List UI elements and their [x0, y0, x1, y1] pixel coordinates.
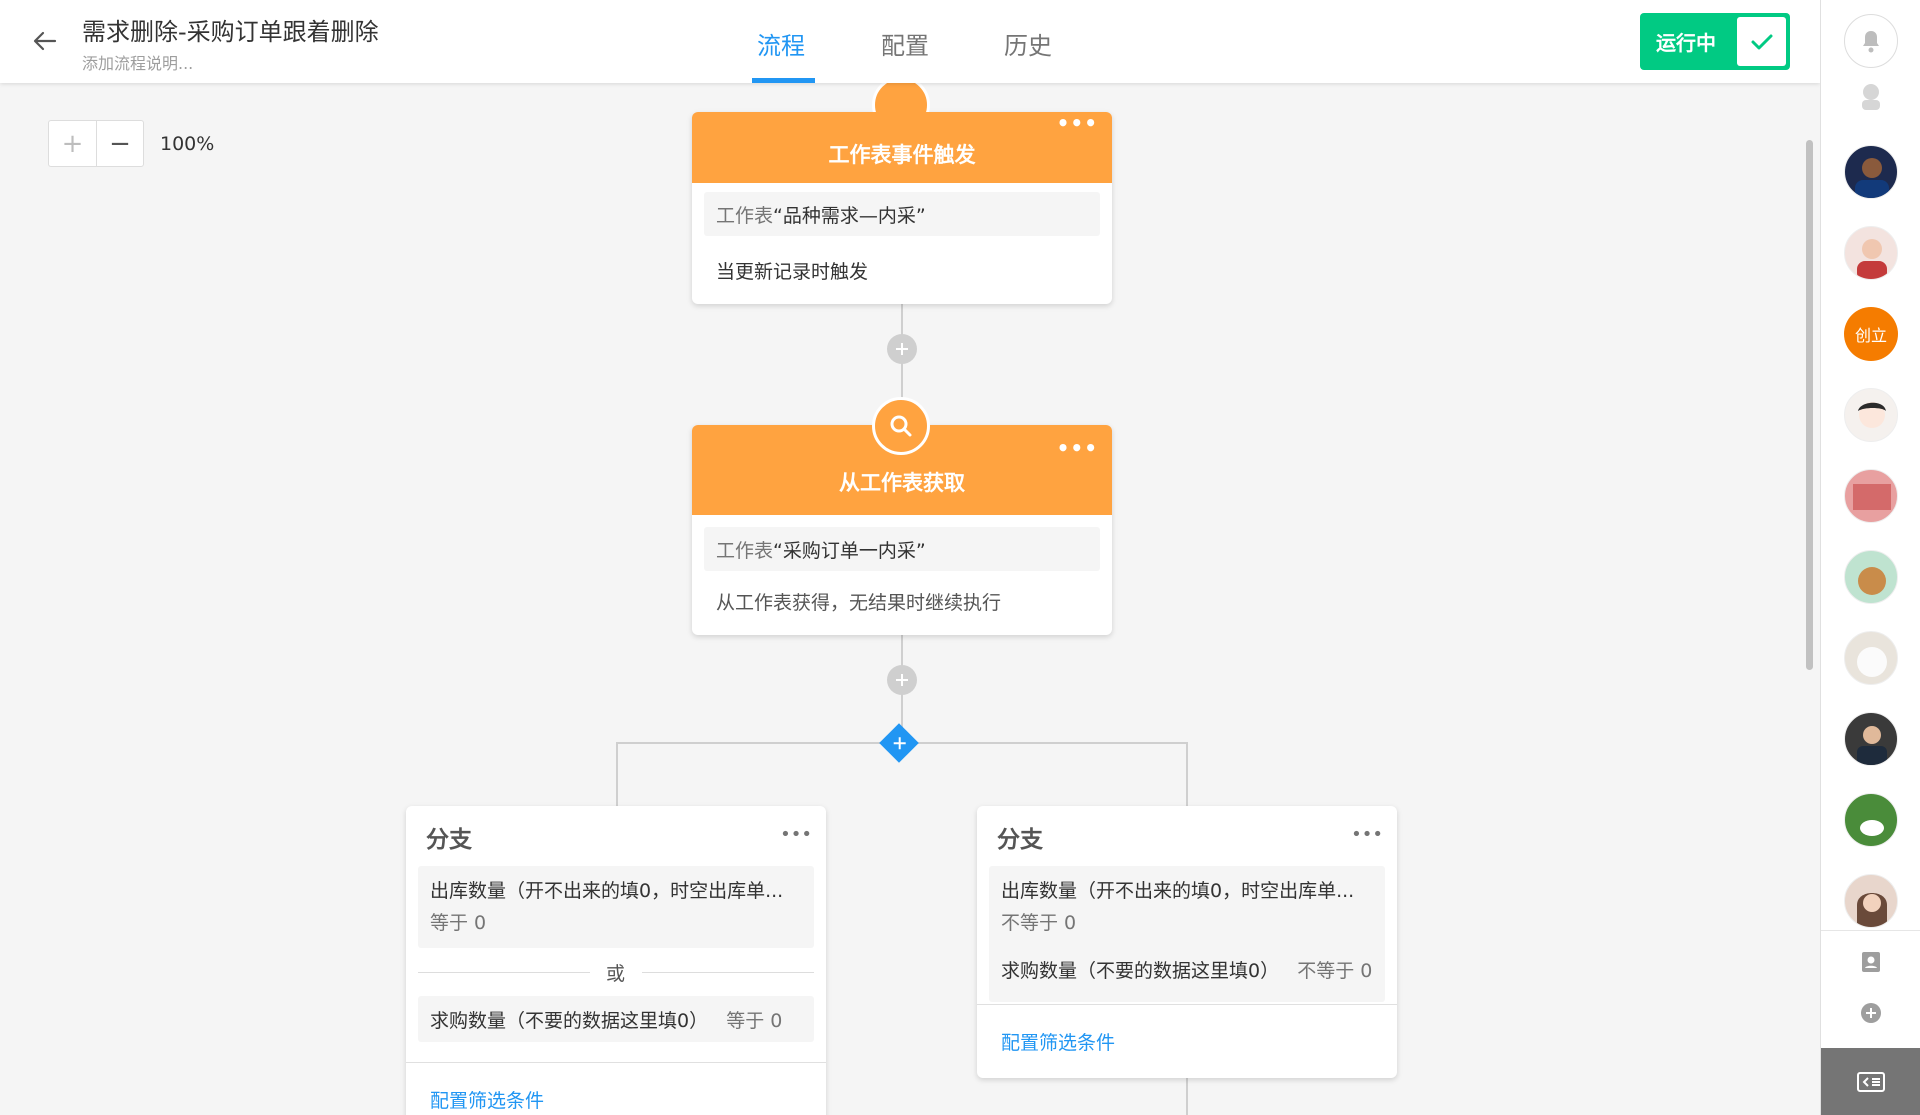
- trigger-node-title: 工作表事件触发: [828, 142, 976, 167]
- add-chat-icon[interactable]: [1859, 1001, 1883, 1025]
- back-button[interactable]: [30, 28, 60, 54]
- trigger-description: 当更新记录时触发: [716, 261, 869, 283]
- avatar[interactable]: [1844, 712, 1898, 766]
- add-node-button[interactable]: [887, 334, 917, 364]
- user-placeholder-icon: [1862, 84, 1880, 110]
- add-node-button[interactable]: [887, 665, 917, 695]
- branch-title: 分支: [426, 827, 472, 853]
- condition-box[interactable]: 出库数量（开不出来的填0，时空出库单... 等于 0: [418, 866, 814, 948]
- zoom-level: 100%: [160, 133, 215, 155]
- avatar[interactable]: [1844, 145, 1898, 199]
- avatar[interactable]: 创立: [1844, 307, 1898, 361]
- trigger-node-header: 工作表事件触发 •••: [692, 112, 1112, 183]
- connector-line: [616, 742, 618, 806]
- divider: [406, 1062, 826, 1063]
- sheet-label: 工作表: [716, 539, 774, 562]
- connector-line: [1186, 742, 1188, 806]
- sidebar-collapse-button[interactable]: [1821, 1048, 1920, 1115]
- run-status-toggle[interactable]: 运行中: [1640, 13, 1790, 70]
- condition-field: 求购数量（不要的数据这里填0）: [1001, 960, 1280, 982]
- or-divider: [418, 972, 590, 973]
- search-icon: [872, 397, 930, 455]
- avatar[interactable]: [1844, 550, 1898, 604]
- avatar[interactable]: [1844, 226, 1898, 280]
- configure-filter-link[interactable]: 配置筛选条件: [1001, 1028, 1115, 1055]
- branch-title: 分支: [997, 827, 1043, 853]
- check-icon: [1737, 17, 1786, 66]
- notification-button[interactable]: [1844, 14, 1898, 68]
- trigger-node[interactable]: 工作表事件触发 ••• 工作表 “品种需求—内采” 当更新记录时触发: [692, 76, 1112, 304]
- avatar[interactable]: [1844, 874, 1898, 928]
- tab-config[interactable]: 配置: [881, 26, 929, 61]
- or-divider: [642, 972, 814, 973]
- add-branch-button[interactable]: [879, 723, 919, 763]
- condition-field: 出库数量（开不出来的填0，时空出库单...: [430, 880, 784, 902]
- condition-operator: 等于 0: [430, 912, 487, 934]
- condition-box[interactable]: 求购数量（不要的数据这里填0） 等于 0: [418, 996, 814, 1042]
- plus-icon: [893, 735, 907, 750]
- node-more-menu[interactable]: •••: [1057, 113, 1098, 133]
- condition-box[interactable]: 出库数量（开不出来的填0，时空出库单... 不等于 0 求购数量（不要的数据这里…: [989, 866, 1385, 1002]
- condition-field-op: 求购数量（不要的数据这里填0） 等于 0: [430, 1006, 782, 1033]
- workflow-title[interactable]: 需求删除-采购订单跟着删除: [82, 12, 379, 47]
- zoom-out-button[interactable]: −: [96, 121, 143, 166]
- branch-card[interactable]: 分支 ••• 出库数量（开不出来的填0，时空出库单... 等于 0 或 求购数量…: [406, 806, 826, 1115]
- canvas-scrollbar[interactable]: [1806, 140, 1813, 670]
- zoom-in-button[interactable]: +: [49, 121, 96, 166]
- avatar[interactable]: [1844, 469, 1898, 523]
- condition-field: 出库数量（开不出来的填0，时空出库单...: [1001, 880, 1355, 902]
- right-sidebar: 创立: [1820, 0, 1920, 1115]
- avatar[interactable]: [1844, 793, 1898, 847]
- active-tab-indicator: [752, 78, 815, 83]
- connector-line: [1186, 1078, 1188, 1115]
- contacts-icon[interactable]: [1859, 950, 1883, 974]
- fetch-node-title: 从工作表获取: [839, 471, 965, 495]
- trigger-sheet: 工作表 “品种需求—内采”: [704, 192, 1100, 236]
- sheet-label: 工作表: [716, 204, 774, 227]
- sheet-name: “品种需求—内采”: [773, 204, 926, 227]
- bell-icon: [1863, 31, 1879, 53]
- collapse-icon: [1857, 1071, 1885, 1092]
- sheet-name: “采购订单一内采”: [773, 539, 926, 562]
- avatar[interactable]: [1844, 388, 1898, 442]
- tab-flow[interactable]: 流程: [757, 26, 805, 61]
- branch-more-menu[interactable]: •••: [780, 824, 812, 845]
- zoom-controls: + −: [48, 120, 144, 167]
- run-status-label: 运行中: [1656, 31, 1716, 55]
- branch-card[interactable]: 分支 ••• 出库数量（开不出来的填0，时空出库单... 不等于 0 求购数量（…: [977, 806, 1397, 1078]
- tab-history[interactable]: 历史: [1004, 26, 1052, 61]
- workflow-description[interactable]: 添加流程说明...: [82, 50, 193, 74]
- branch-more-menu[interactable]: •••: [1351, 824, 1383, 845]
- avatar[interactable]: [1844, 631, 1898, 685]
- top-header: 需求删除-采购订单跟着删除 添加流程说明... 流程 配置 历史 运行中: [0, 0, 1820, 83]
- arrow-left-icon: [33, 31, 57, 51]
- plus-icon: [896, 343, 908, 355]
- condition-operator: 不等于 0: [1001, 912, 1077, 934]
- fetch-sheet: 工作表 “采购订单一内采”: [704, 527, 1100, 571]
- condition-field-op: 求购数量（不要的数据这里填0） 不等于 0: [1001, 956, 1372, 983]
- plus-icon: [896, 674, 908, 686]
- condition-operator: 不等于 0: [1297, 960, 1373, 982]
- divider: [977, 1004, 1397, 1005]
- configure-filter-link[interactable]: 配置筛选条件: [430, 1086, 544, 1113]
- condition-field: 求购数量（不要的数据这里填0）: [430, 1010, 709, 1032]
- fetch-description: 从工作表获得，无结果时继续执行: [716, 592, 1002, 614]
- or-label: 或: [606, 963, 626, 985]
- node-more-menu[interactable]: •••: [1057, 438, 1098, 458]
- condition-operator: 等于 0: [726, 1010, 783, 1032]
- fetch-node[interactable]: 从工作表获取 ••• 工作表 “采购订单一内采” 从工作表获得，无结果时继续执行: [692, 397, 1112, 635]
- divider: [1821, 930, 1920, 931]
